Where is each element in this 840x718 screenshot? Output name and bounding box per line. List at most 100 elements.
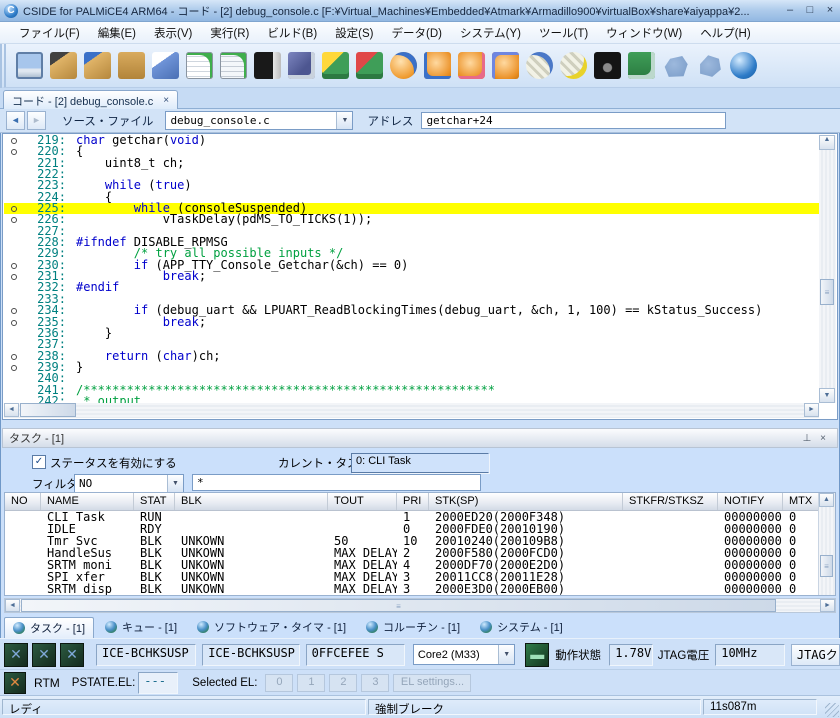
breakpoint-marker[interactable]	[4, 351, 20, 362]
scroll-right-icon[interactable]: ►	[820, 599, 835, 612]
menu-item[interactable]: データ(D)	[383, 23, 451, 43]
code-line[interactable]: 226: vTaskDelay(pdMS_TO_TICKS(1));	[4, 214, 819, 225]
scroll-left-icon[interactable]: ◄	[5, 599, 20, 612]
code-line[interactable]: 231: break;	[4, 271, 819, 282]
breakpoint-marker[interactable]	[4, 226, 20, 237]
menu-item[interactable]: システム(Y)	[451, 23, 530, 43]
breakpoint-marker[interactable]	[4, 192, 20, 203]
address-input[interactable]	[421, 112, 726, 129]
breakpoint-marker[interactable]	[4, 305, 20, 316]
menu-item[interactable]: ファイル(F)	[10, 23, 89, 43]
maximize-button[interactable]: □	[800, 3, 820, 19]
resize-grip[interactable]	[825, 703, 839, 717]
table-row[interactable]: CLI TaskRUN12000ED20(2000F348)000000000	[5, 511, 835, 523]
target-chip2-icon[interactable]: ✕	[32, 643, 56, 667]
ide-monitor-icon[interactable]	[16, 52, 43, 79]
minimize-button[interactable]: –	[780, 3, 800, 19]
memory-notebook-icon[interactable]	[254, 52, 281, 79]
code-line[interactable]: 223: while (true)	[4, 180, 819, 191]
code-line[interactable]: 221: uint8_t ch;	[4, 158, 819, 169]
code-line[interactable]: 232:#endif	[4, 282, 819, 293]
column-header-blk[interactable]: BLK	[175, 493, 328, 510]
breakpoint-marker[interactable]	[4, 385, 20, 396]
code-line[interactable]: 235: break;	[4, 317, 819, 328]
back-button[interactable]: ◄	[6, 111, 25, 130]
breakpoint-marker[interactable]	[4, 339, 20, 350]
breakpoint-marker[interactable]	[4, 214, 20, 225]
table-row[interactable]: HandleSusBLKUNKOWNMAX_DELAY22000F580(200…	[5, 547, 835, 559]
panel-tab-inactive[interactable]: キュー - [1]	[96, 616, 186, 638]
breakpoint-marker[interactable]	[4, 237, 20, 248]
reset-target-icon[interactable]	[390, 52, 417, 79]
edit-memory-icon[interactable]	[492, 52, 519, 79]
symbol-search-icon[interactable]	[288, 52, 315, 79]
panel-tab-active[interactable]: タスク - [1]	[4, 617, 94, 638]
release-target-icon[interactable]	[696, 52, 723, 79]
column-header-stkfr/stksz[interactable]: STKFR/STKSZ	[623, 493, 718, 510]
el-button-2[interactable]: 2	[329, 674, 357, 692]
scroll-right-icon[interactable]: ►	[804, 403, 819, 417]
tab-code-debug-console[interactable]: コード - [2] debug_console.c ×	[3, 90, 178, 110]
breakpoint-marker[interactable]	[4, 146, 20, 157]
menu-item[interactable]: 設定(S)	[326, 23, 382, 43]
open-folder-icon[interactable]	[118, 52, 145, 79]
el-settings-button[interactable]: EL settings...	[393, 674, 471, 692]
column-header-stat[interactable]: STAT	[134, 493, 175, 510]
breakpoint-marker[interactable]	[4, 169, 20, 180]
status-enable-checkbox[interactable]: ✓	[32, 455, 46, 469]
scroll-thumb[interactable]: ≡	[820, 555, 833, 577]
snapshot-camera-icon[interactable]	[594, 52, 621, 79]
source-file-select[interactable]: debug_console.c ▼	[165, 111, 353, 130]
code-line[interactable]: 238: return (char)ch;	[4, 351, 819, 362]
breakpoint-marker[interactable]	[4, 248, 20, 259]
column-header-tout[interactable]: TOUT	[328, 493, 397, 510]
chevron-down-icon[interactable]: ▼	[167, 475, 183, 492]
menu-item[interactable]: ツール(T)	[530, 23, 597, 43]
scroll-down-icon[interactable]: ▼	[819, 388, 835, 403]
scroll-thumb[interactable]: ≡	[820, 279, 834, 305]
core-select[interactable]: Core2 (M33) ▼	[413, 644, 515, 665]
refresh-icon[interactable]	[730, 52, 757, 79]
menu-item[interactable]: 表示(V)	[145, 23, 201, 43]
reload-icon[interactable]	[458, 52, 485, 79]
menu-item[interactable]: ヘルプ(H)	[691, 23, 759, 43]
stop-icon[interactable]	[560, 52, 587, 79]
chevron-down-icon[interactable]: ▼	[336, 112, 352, 129]
column-header-pri[interactable]: PRI	[397, 493, 429, 510]
panel-tab-inactive[interactable]: ソフトウェア・タイマ - [1]	[188, 616, 355, 638]
task-table-header[interactable]: NONAMESTATBLKTOUTPRISTK(SP)STKFR/STKSZNO…	[5, 493, 835, 511]
column-header-no[interactable]: NO	[5, 493, 41, 510]
table-row[interactable]: SPI xferBLKUNKOWNMAX_DELAY320011CC8(2001…	[5, 571, 835, 583]
flash-erase-icon[interactable]	[356, 52, 383, 79]
chip-inspect-icon[interactable]	[628, 52, 655, 79]
download-icon[interactable]	[424, 52, 451, 79]
column-header-name[interactable]: NAME	[41, 493, 134, 510]
panel-tab-inactive[interactable]: システム - [1]	[471, 616, 572, 638]
filter-pattern-input[interactable]	[192, 474, 481, 491]
breakpoint-marker[interactable]	[4, 294, 20, 305]
scroll-left-icon[interactable]: ◄	[4, 403, 19, 417]
breakpoint-marker[interactable]	[4, 135, 20, 146]
pin-icon[interactable]: ⊥	[799, 433, 815, 444]
breakpoint-marker[interactable]	[4, 260, 20, 271]
code-lines[interactable]: 219:char getchar(void)220:{221: uint8_t …	[4, 135, 819, 403]
breakpoint-marker[interactable]	[4, 271, 20, 282]
jtag-clock-button[interactable]: JTAGクロック	[791, 644, 840, 666]
open-file-icon[interactable]	[152, 52, 179, 79]
el-button-0[interactable]: 0	[265, 674, 293, 692]
run-icon[interactable]	[526, 52, 553, 79]
column-header-notify[interactable]: NOTIFY	[718, 493, 783, 510]
breakpoint-marker[interactable]	[4, 282, 20, 293]
target-chip-icon[interactable]: ✕	[4, 643, 28, 667]
breakpoint-marker[interactable]	[4, 158, 20, 169]
tab-close-icon[interactable]: ×	[163, 95, 169, 106]
scroll-thumb[interactable]: ≡	[21, 599, 776, 612]
code-line[interactable]: 236: }	[4, 328, 819, 339]
breakpoint-marker[interactable]	[4, 328, 20, 339]
breakpoint-marker[interactable]	[4, 373, 20, 384]
menu-item[interactable]: ビルド(B)	[258, 23, 326, 43]
table-row[interactable]: SRTM moniBLKUNKOWNMAX_DELAY42000DF70(200…	[5, 559, 835, 571]
target-chip3-icon[interactable]: ✕	[60, 643, 84, 667]
menu-item[interactable]: 実行(R)	[201, 23, 258, 43]
column-header-mtx[interactable]: MTX	[783, 493, 821, 510]
